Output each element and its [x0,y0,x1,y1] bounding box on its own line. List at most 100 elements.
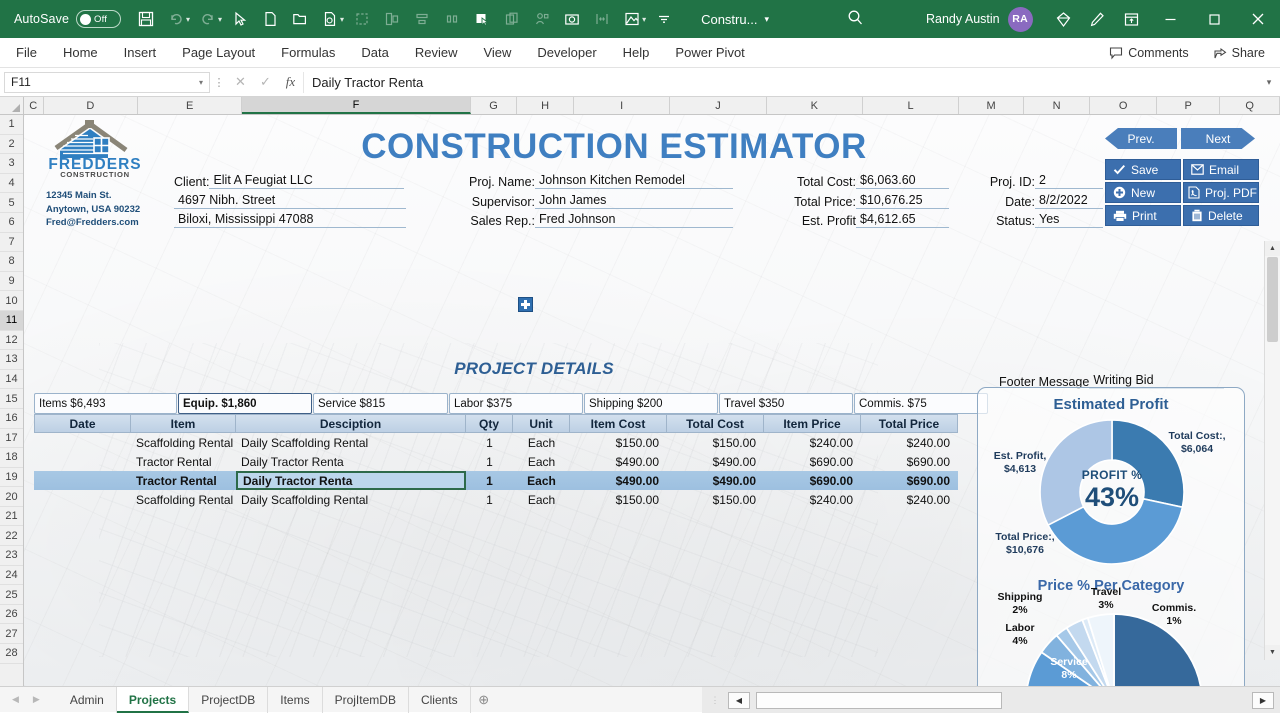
client-city-value[interactable]: Biloxi, Mississippi 47088 [174,212,406,228]
category-service[interactable]: Service $815 [313,393,448,414]
column-header-E[interactable]: E [138,97,243,114]
name-box[interactable]: F11 ▾ [4,71,210,93]
cell-date[interactable] [34,471,131,490]
pointer-icon[interactable] [225,5,255,33]
scroll-left-icon[interactable]: ◀ [728,691,750,709]
diamond-icon[interactable] [1046,0,1080,38]
cell-item[interactable]: Scaffolding Rental [131,490,236,509]
status-value[interactable]: Yes [1035,212,1103,228]
save-icon[interactable] [131,5,161,33]
col-item-cost[interactable]: Item Cost [570,414,667,433]
document-name[interactable]: Constru... ▾ [701,12,769,27]
select-all-corner[interactable] [0,97,24,114]
row-header-9[interactable]: 9 [0,271,23,292]
distribute-icon[interactable] [407,5,437,33]
cell-item[interactable]: Tractor Rental [131,452,236,471]
ribbon-tab-developer[interactable]: Developer [524,38,609,68]
sheet-tab-projectdb[interactable]: ProjectDB [189,686,269,713]
sheet-prev-icon[interactable]: ◀ [12,694,19,705]
cell-description[interactable]: Daily Scaffolding Rental [236,433,466,452]
delete-button[interactable]: Delete [1183,205,1259,226]
scroll-up-icon[interactable]: ▲ [1265,241,1280,256]
col-total-price[interactable]: Total Price [861,414,958,433]
cell-item-price[interactable]: $240.00 [764,433,861,452]
col-description[interactable]: Desciption [236,414,466,433]
sheet-next-icon[interactable]: ▶ [33,694,40,705]
row-header-19[interactable]: 19 [0,467,23,488]
formula-bar-handle[interactable]: ⋮ [210,76,228,89]
insert-function-icon[interactable]: fx [278,74,303,90]
cell-qty[interactable]: 1 [466,471,513,490]
row-header-23[interactable]: 23 [0,546,23,566]
cell-item-cost[interactable]: $490.00 [570,471,667,490]
camera-icon[interactable] [557,5,587,33]
chevron-down-icon[interactable]: ▾ [199,78,203,87]
col-item-price[interactable]: Item Price [764,414,861,433]
document-name-dropdown-icon[interactable]: ▾ [764,14,769,25]
ribbon-tab-review[interactable]: Review [402,38,471,68]
row-header-28[interactable]: 28 [0,644,23,664]
row-header-15[interactable]: 15 [0,389,23,409]
new-button[interactable]: New [1105,182,1181,203]
column-header-J[interactable]: J [670,97,767,114]
row-header-2[interactable]: 2 [0,134,23,155]
col-item[interactable]: Item [131,414,236,433]
column-header-O[interactable]: O [1090,97,1157,114]
autosave-switch[interactable]: Off [76,10,122,28]
cell-qty[interactable]: 1 [466,490,513,509]
sheet-tab-clients[interactable]: Clients [409,686,471,713]
sheet-nav-arrows[interactable]: ◀ ▶ [12,694,40,705]
row-header-16[interactable]: 16 [0,408,23,429]
ribbon-tab-view[interactable]: View [470,38,524,68]
new-file-icon[interactable] [255,5,285,33]
col-date[interactable]: Date [34,414,131,433]
row-header-25[interactable]: 25 [0,585,23,605]
cell-unit[interactable]: Each [513,471,570,490]
table-row-selected[interactable]: Tractor Rental Daily Tractor Renta 1 Eac… [34,471,958,491]
cell-item-price[interactable]: $240.00 [764,490,861,509]
ribbon-tab-page-layout[interactable]: Page Layout [169,38,268,68]
ribbon-tab-help[interactable]: Help [610,38,663,68]
row-header-27[interactable]: 27 [0,624,23,645]
cell-item-cost[interactable]: $150.00 [570,490,667,509]
client-street-value[interactable]: 4697 Nibh. Street [174,193,406,209]
row-header-5[interactable]: 5 [0,193,23,213]
row-header-18[interactable]: 18 [0,448,23,468]
date-value[interactable]: 8/2/2022 [1035,193,1103,209]
cell-total-cost[interactable]: $150.00 [667,490,764,509]
cell-item-cost[interactable]: $490.00 [570,452,667,471]
pdf-button[interactable]: Proj. PDF [1183,182,1259,203]
minimize-button[interactable] [1148,0,1192,38]
autosave-toggle[interactable]: AutoSave Off [14,10,122,28]
row-header-1[interactable]: 1 [0,115,23,135]
vertical-scroll-thumb[interactable] [1267,257,1278,342]
print-button[interactable]: Print [1105,205,1181,226]
cancel-icon[interactable]: ✕ [228,74,253,90]
spacing-icon[interactable] [437,5,467,33]
cell-description[interactable]: Daily Tractor Renta [236,452,466,471]
cell-date[interactable] [34,490,131,509]
column-header-M[interactable]: M [959,97,1024,114]
col-qty[interactable]: Qty [466,414,513,433]
user-account[interactable]: Randy Austin RA [926,6,1033,32]
row-header-10[interactable]: 10 [0,291,23,311]
format-picture-dropdown-icon[interactable]: ▾ [642,15,646,24]
ribbon-tab-power-pivot[interactable]: Power Pivot [662,38,757,68]
qat-more-icon[interactable] [649,5,679,33]
cell-item[interactable]: Scaffolding Rental [131,433,236,452]
ribbon-tab-formulas[interactable]: Formulas [268,38,348,68]
cell-unit[interactable]: Each [513,490,570,509]
row-header-22[interactable]: 22 [0,526,23,547]
selection-pane-icon[interactable] [527,5,557,33]
category-labor[interactable]: Labor $375 [449,393,583,414]
cell-total-price[interactable]: $690.00 [861,471,958,490]
add-project-button[interactable] [518,297,533,312]
sheet-tab-projects[interactable]: Projects [116,686,190,713]
cell-total-price[interactable]: $240.00 [861,433,958,452]
cell-description[interactable]: Daily Scaffolding Rental [236,490,466,509]
column-header-G[interactable]: G [470,97,518,114]
category-shipping[interactable]: Shipping $200 [584,393,718,414]
scrollbar-resize-handle[interactable]: ⋮ [702,695,728,706]
row-header-8[interactable]: 8 [0,252,23,272]
column-header-D[interactable]: D [43,97,139,114]
